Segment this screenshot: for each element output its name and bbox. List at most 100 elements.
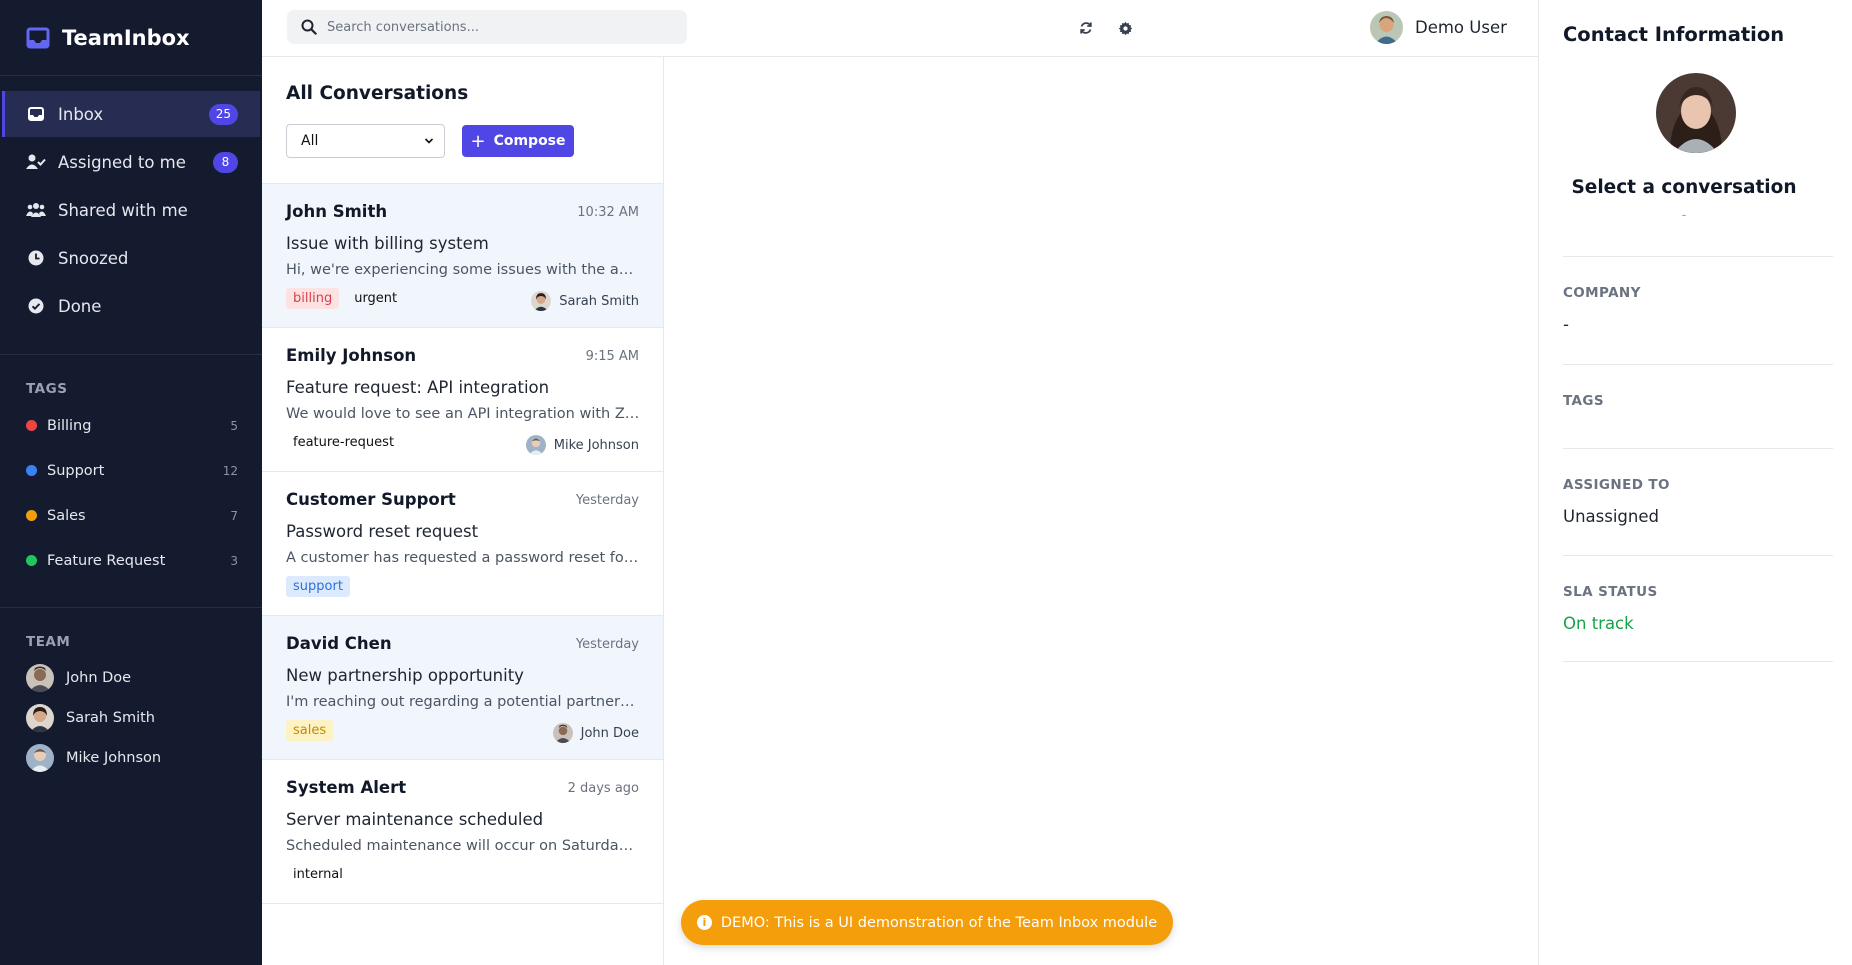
sidebar-tag-feature-request[interactable]: Feature Request 3 (0, 538, 262, 583)
tag-label: Sales (47, 507, 86, 524)
gear-icon[interactable] (1115, 18, 1135, 38)
banner-text: DEMO: This is a UI demonstration of the … (720, 914, 1158, 931)
sidebar-tag-sales[interactable]: Sales 7 (0, 493, 262, 538)
contact-info-pane: Contact Information Select a conversatio… (1538, 0, 1852, 965)
compose-label: Compose (493, 133, 566, 149)
field-assigned-to: ASSIGNED TO Unassigned (1563, 448, 1833, 555)
nav-item-shared[interactable]: Shared with me (2, 187, 260, 233)
nav-label: Inbox (58, 104, 104, 124)
brand[interactable]: TeamInbox (0, 0, 262, 76)
tag-color-dot (26, 465, 37, 476)
conversation-assignee: Mike Johnson (525, 435, 639, 455)
field-sla-status: SLA STATUS On track (1563, 555, 1833, 662)
avatar (531, 291, 552, 311)
conversation-item[interactable]: System Alert 2 days ago Server maintenan… (262, 760, 663, 904)
brand-name: TeamInbox (62, 25, 190, 50)
conversation-time: Yesterday (575, 637, 639, 652)
team-member-name: John Doe (66, 670, 132, 686)
field-company: COMPANY - (1563, 256, 1833, 364)
avatar (525, 435, 546, 455)
nav-item-snoozed[interactable]: Snoozed (2, 235, 260, 281)
conversation-tags: support (286, 576, 358, 597)
conversation-tags: sales (286, 720, 341, 741)
tag-chip: billing (286, 288, 340, 309)
nav-label: Shared with me (58, 200, 188, 220)
status-filter-select[interactable]: All (286, 124, 445, 158)
conversation-list-pane: All Conversations All + Compose John Smi… (262, 57, 664, 965)
nav-label: Assigned to me (58, 152, 186, 172)
conversation-subject: New partnership opportunity (286, 666, 524, 685)
nav-label: Snoozed (58, 248, 129, 268)
conversation-item[interactable]: Customer Support Yesterday Password rese… (262, 472, 663, 616)
conversation-sender: John Smith (286, 202, 388, 221)
team-member-name: Mike Johnson (66, 750, 162, 766)
inbox-icon (26, 105, 46, 123)
check-circle-icon (26, 297, 46, 315)
plus-icon: + (470, 130, 486, 152)
users-icon (26, 201, 46, 219)
conversation-assignee: John Doe (552, 723, 639, 743)
conversation-item[interactable]: David Chen Yesterday New partnership opp… (262, 616, 663, 760)
tag-count: 3 (230, 553, 238, 568)
sidebar-tag-billing[interactable]: Billing 5 (0, 403, 262, 448)
nav-item-done[interactable]: Done (2, 283, 260, 329)
tag-chip: internal (293, 867, 343, 882)
field-value: - (1563, 315, 1569, 334)
demo-banner: i DEMO: This is a UI demonstration of th… (681, 900, 1173, 945)
search-icon (301, 19, 317, 35)
nav-item-inbox[interactable]: Inbox 25 (2, 91, 260, 137)
team-member-john-doe[interactable]: John Doe (0, 658, 262, 698)
sidebar-tag-support[interactable]: Support 12 (0, 448, 262, 493)
team-member-sarah-smith[interactable]: Sarah Smith (0, 698, 262, 738)
field-label: COMPANY (1563, 285, 1641, 301)
conversation-sender: System Alert (286, 778, 407, 797)
assignee-name: Mike Johnson (553, 437, 639, 453)
tag-count: 12 (222, 463, 238, 478)
avatar (1370, 10, 1403, 44)
refresh-icon[interactable] (1076, 18, 1096, 38)
main-nav: Inbox 25 Assigned to me 8 Shared with me… (0, 76, 262, 329)
nav-item-assigned[interactable]: Assigned to me 8 (2, 139, 260, 185)
conversation-tags: feature-request (286, 432, 409, 453)
field-label: ASSIGNED TO (1563, 477, 1670, 493)
conversation-item[interactable]: Emily Johnson 9:15 AM Feature request: A… (262, 328, 663, 472)
field-value: Unassigned (1563, 507, 1659, 526)
avatar (26, 744, 54, 772)
clock-icon (26, 249, 46, 267)
conversation-preview: Scheduled maintenance will occur on Satu… (286, 838, 640, 854)
assignee-name: Sarah Smith (559, 293, 639, 309)
sidebar: TeamInbox Inbox 25 Assigned to me 8 Shar… (0, 0, 262, 965)
search-box[interactable] (287, 10, 687, 44)
count-badge: 8 (213, 151, 238, 173)
tag-color-dot (26, 510, 37, 521)
info-icon: i (696, 915, 712, 930)
divider (0, 354, 262, 355)
sla-status-value: On track (1563, 614, 1634, 633)
conversation-sender: Customer Support (286, 490, 456, 509)
team-list: John Doe Sarah Smith Mike Johnson (0, 658, 262, 778)
team-member-name: Sarah Smith (66, 710, 155, 726)
conversation-tags: billing urgent (286, 288, 412, 309)
contact-placeholder-title: Select a conversation (1571, 177, 1797, 198)
tag-count: 5 (230, 418, 238, 433)
conversation-preview: We would love to see an API integration … (286, 406, 640, 422)
field-label: SLA STATUS (1563, 584, 1658, 600)
tag-chip: sales (286, 720, 334, 741)
user-menu[interactable]: Demo User (1370, 10, 1507, 44)
topbar: Demo User (262, 0, 1538, 57)
search-input[interactable] (327, 19, 667, 35)
avatar (26, 704, 54, 732)
assignee-name: John Doe (580, 725, 639, 741)
team-member-mike-johnson[interactable]: Mike Johnson (0, 738, 262, 778)
conversation-preview: Hi, we're experiencing some issues with … (286, 262, 640, 278)
avatar (26, 664, 54, 692)
filter-value: All (301, 133, 319, 149)
inbox-tray-icon (26, 27, 50, 48)
compose-button[interactable]: + Compose (462, 125, 574, 157)
conversation-subject: Server maintenance scheduled (286, 810, 544, 829)
tag-color-dot (26, 420, 37, 431)
conversation-item[interactable]: John Smith 10:32 AM Issue with billing s… (262, 184, 663, 328)
chevron-down-icon (424, 138, 434, 144)
user-check-icon (26, 153, 46, 171)
field-tags: TAGS (1563, 364, 1833, 448)
